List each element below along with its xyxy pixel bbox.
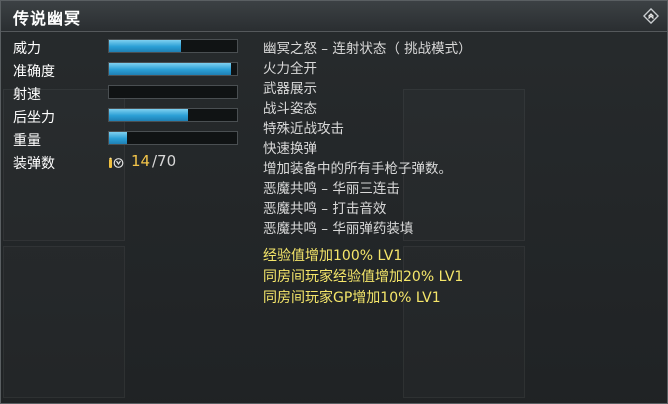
feature-item: 恶魔共鸣 – 打击音效 <box>263 201 387 217</box>
stat-label: 装弹数 <box>13 156 55 172</box>
feature-item: 恶魔共鸣 – 华丽弹药装填 <box>263 221 414 237</box>
stat-bar <box>108 108 238 122</box>
stat-row-accuracy: 准确度 <box>13 60 243 83</box>
ammo-current: 14 <box>131 152 151 170</box>
stat-bar <box>108 131 238 145</box>
weapon-title: 传说幽冥 <box>13 9 82 28</box>
feature-item: 恶魔共鸣 – 华丽三连击 <box>263 181 400 197</box>
feature-list: 幽冥之怒 – 连射状态（ 挑战模式） 火力全开 武器展示 战斗姿态 特殊近战攻击… <box>263 39 663 309</box>
ammo-total: /70 <box>152 152 177 170</box>
feature-item: 战斗姿态 <box>263 101 317 117</box>
stat-bar-fill <box>109 132 127 144</box>
stat-row-power: 威力 <box>13 37 243 60</box>
bonus-item: 同房间玩家GP增加10% LV1 <box>263 290 441 306</box>
background-slot <box>3 246 125 398</box>
feature-item: 幽冥之怒 – 连射状态（ 挑战模式） <box>263 41 472 57</box>
weapon-stats: 威力 准确度 射速 后坐力 重量 装弹数 14 /70 <box>13 37 243 175</box>
stat-bar <box>108 39 238 53</box>
feature-item: 增加装备中的所有手枪子弹数。 <box>263 161 452 177</box>
stat-bar-fill <box>109 109 189 121</box>
bonus-list: 经验值增加100% LV1 同房间玩家经验值增加20% LV1 同房间玩家GP增… <box>263 246 663 309</box>
diamond-chevron-icon[interactable] <box>643 8 659 24</box>
bullet-icon <box>109 157 124 168</box>
bonus-item: 同房间玩家经验值增加20% LV1 <box>263 269 464 285</box>
feature-item: 特殊近战攻击 <box>263 121 344 137</box>
stat-label: 威力 <box>13 41 41 57</box>
stat-label: 准确度 <box>13 64 55 80</box>
stat-bar-fill <box>109 63 231 75</box>
stat-row-fire-rate: 射速 <box>13 83 243 106</box>
stat-row-recoil: 后坐力 <box>13 106 243 129</box>
tooltip-header: 传说幽冥 <box>1 1 667 32</box>
feature-item: 火力全开 <box>263 61 317 77</box>
feature-item: 快速换弹 <box>263 141 317 157</box>
stat-row-ammo: 装弹数 14 /70 <box>13 152 243 175</box>
bonus-item: 经验值增加100% LV1 <box>263 248 403 264</box>
stat-label: 后坐力 <box>13 110 55 126</box>
stat-label: 射速 <box>13 87 41 103</box>
weapon-tooltip: 传说幽冥 威力 准确度 射速 后坐力 重量 装弹数 14 /70 幽冥之怒 – … <box>0 0 668 404</box>
stat-bar <box>108 85 238 99</box>
feature-item: 武器展示 <box>263 81 317 97</box>
stat-bar-fill <box>109 40 181 52</box>
stat-label: 重量 <box>13 133 41 149</box>
stat-bar <box>108 62 238 76</box>
stat-row-weight: 重量 <box>13 129 243 152</box>
